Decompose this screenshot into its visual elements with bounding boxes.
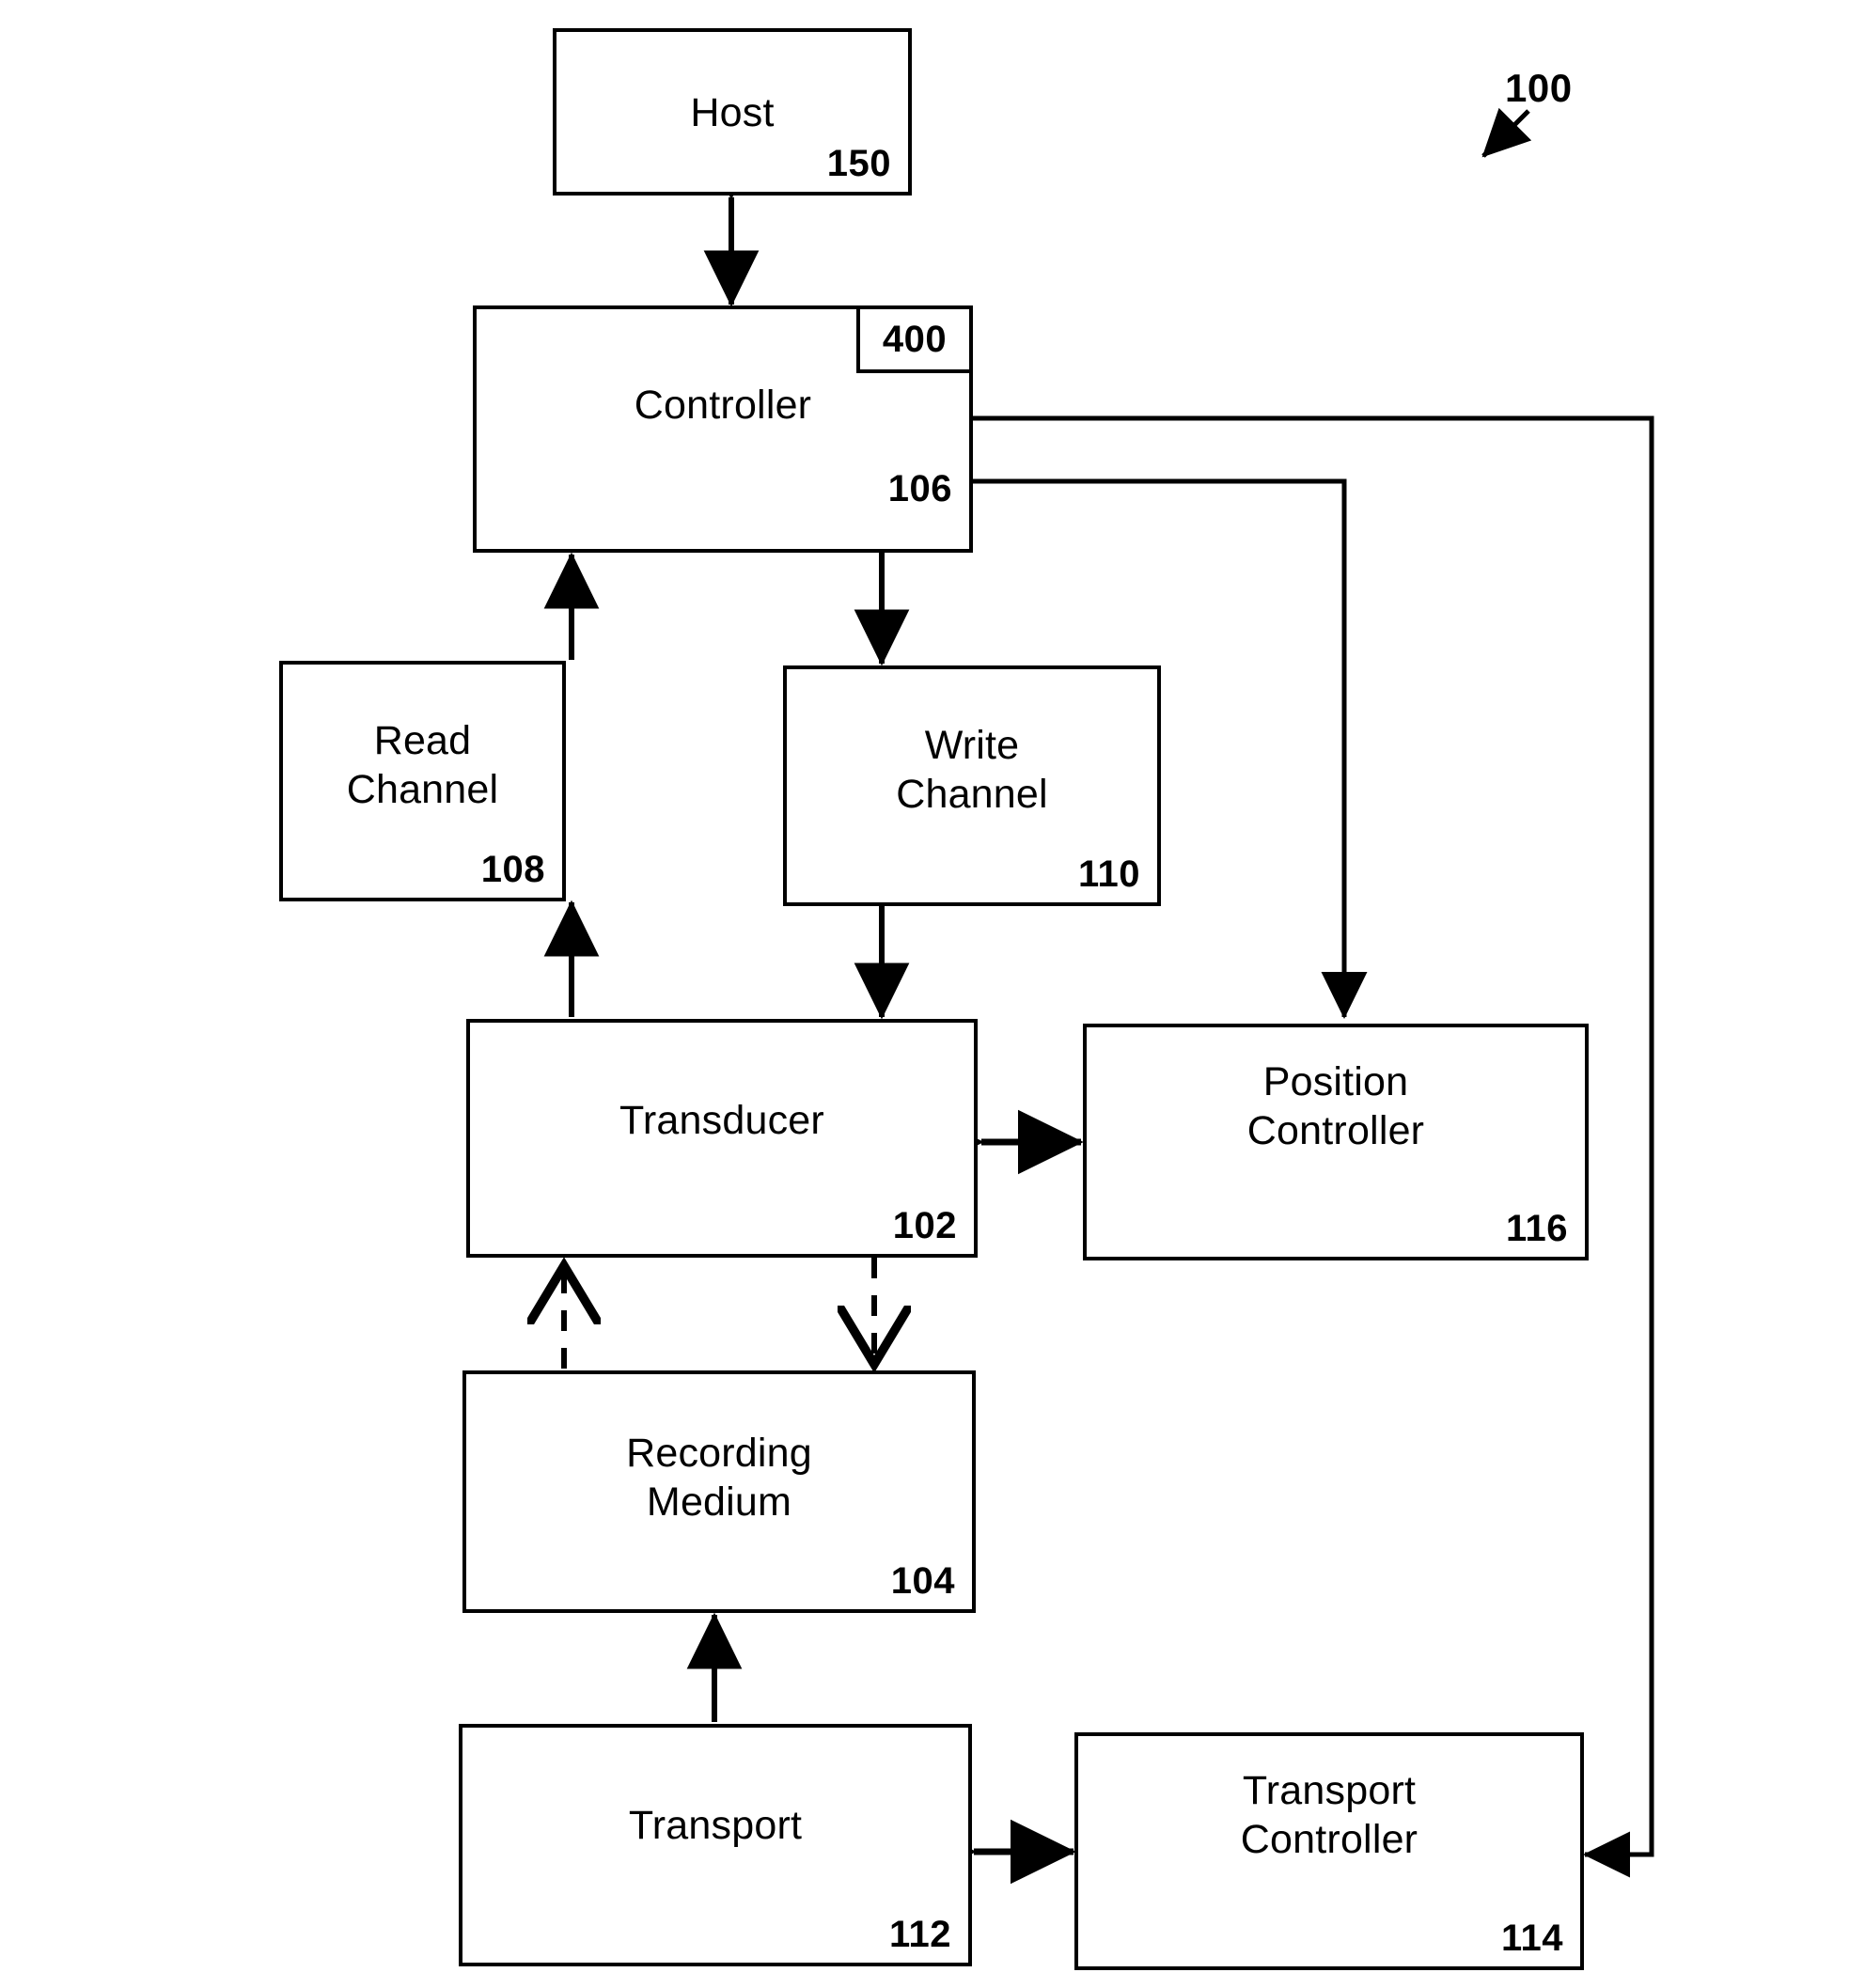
block-transport-ref: 112	[888, 1914, 951, 1955]
block-recording-medium[interactable]: Recording Medium 104	[462, 1370, 976, 1613]
callout-leader-100	[1481, 107, 1532, 158]
block-write-channel-label: Write Channel	[896, 723, 1048, 817]
connector-layer	[0, 107, 1654, 1885]
block-read-channel-ref: 108	[480, 849, 545, 890]
block-write-channel[interactable]: Write Channel 110	[783, 665, 1161, 906]
block-transport-label: Transport	[628, 1803, 803, 1848]
block-transport-controller-label: Transport Controller	[1240, 1768, 1418, 1862]
block-host-ref: 150	[826, 143, 891, 184]
block-transducer-label: Transducer	[619, 1098, 824, 1143]
block-write-channel-ref: 110	[1077, 853, 1140, 895]
block-position-controller-ref: 116	[1505, 1208, 1568, 1249]
figure-canvas: 100 Host 150 Controller 400 106 Read Cha…	[0, 0, 1865, 1988]
block-transducer-ref: 102	[892, 1205, 957, 1246]
block-transducer[interactable]: Transducer 102	[466, 1019, 978, 1258]
block-host-label: Host	[690, 90, 775, 135]
block-transport-controller-ref: 114	[1500, 1918, 1563, 1959]
block-transport-controller[interactable]: Transport Controller 114	[1074, 1732, 1584, 1970]
block-controller-label: Controller	[634, 383, 812, 428]
block-host[interactable]: Host 150	[553, 28, 912, 196]
block-recording-medium-ref: 104	[890, 1560, 955, 1602]
block-controller-subblock-ref: 400	[882, 318, 948, 360]
block-transport[interactable]: Transport 112	[459, 1724, 972, 1966]
block-position-controller-label: Position Controller	[1246, 1059, 1425, 1153]
block-read-channel-label: Read Channel	[346, 718, 499, 812]
block-read-channel[interactable]: Read Channel 108	[279, 661, 566, 901]
block-controller[interactable]: Controller 400 106	[473, 305, 973, 553]
figure-callout-100: 100	[1505, 66, 1573, 110]
block-controller-ref: 106	[887, 468, 952, 509]
block-position-controller[interactable]: Position Controller 116	[1083, 1024, 1589, 1260]
block-controller-subblock-400[interactable]: 400	[856, 305, 973, 373]
block-recording-medium-label: Recording Medium	[626, 1431, 812, 1525]
